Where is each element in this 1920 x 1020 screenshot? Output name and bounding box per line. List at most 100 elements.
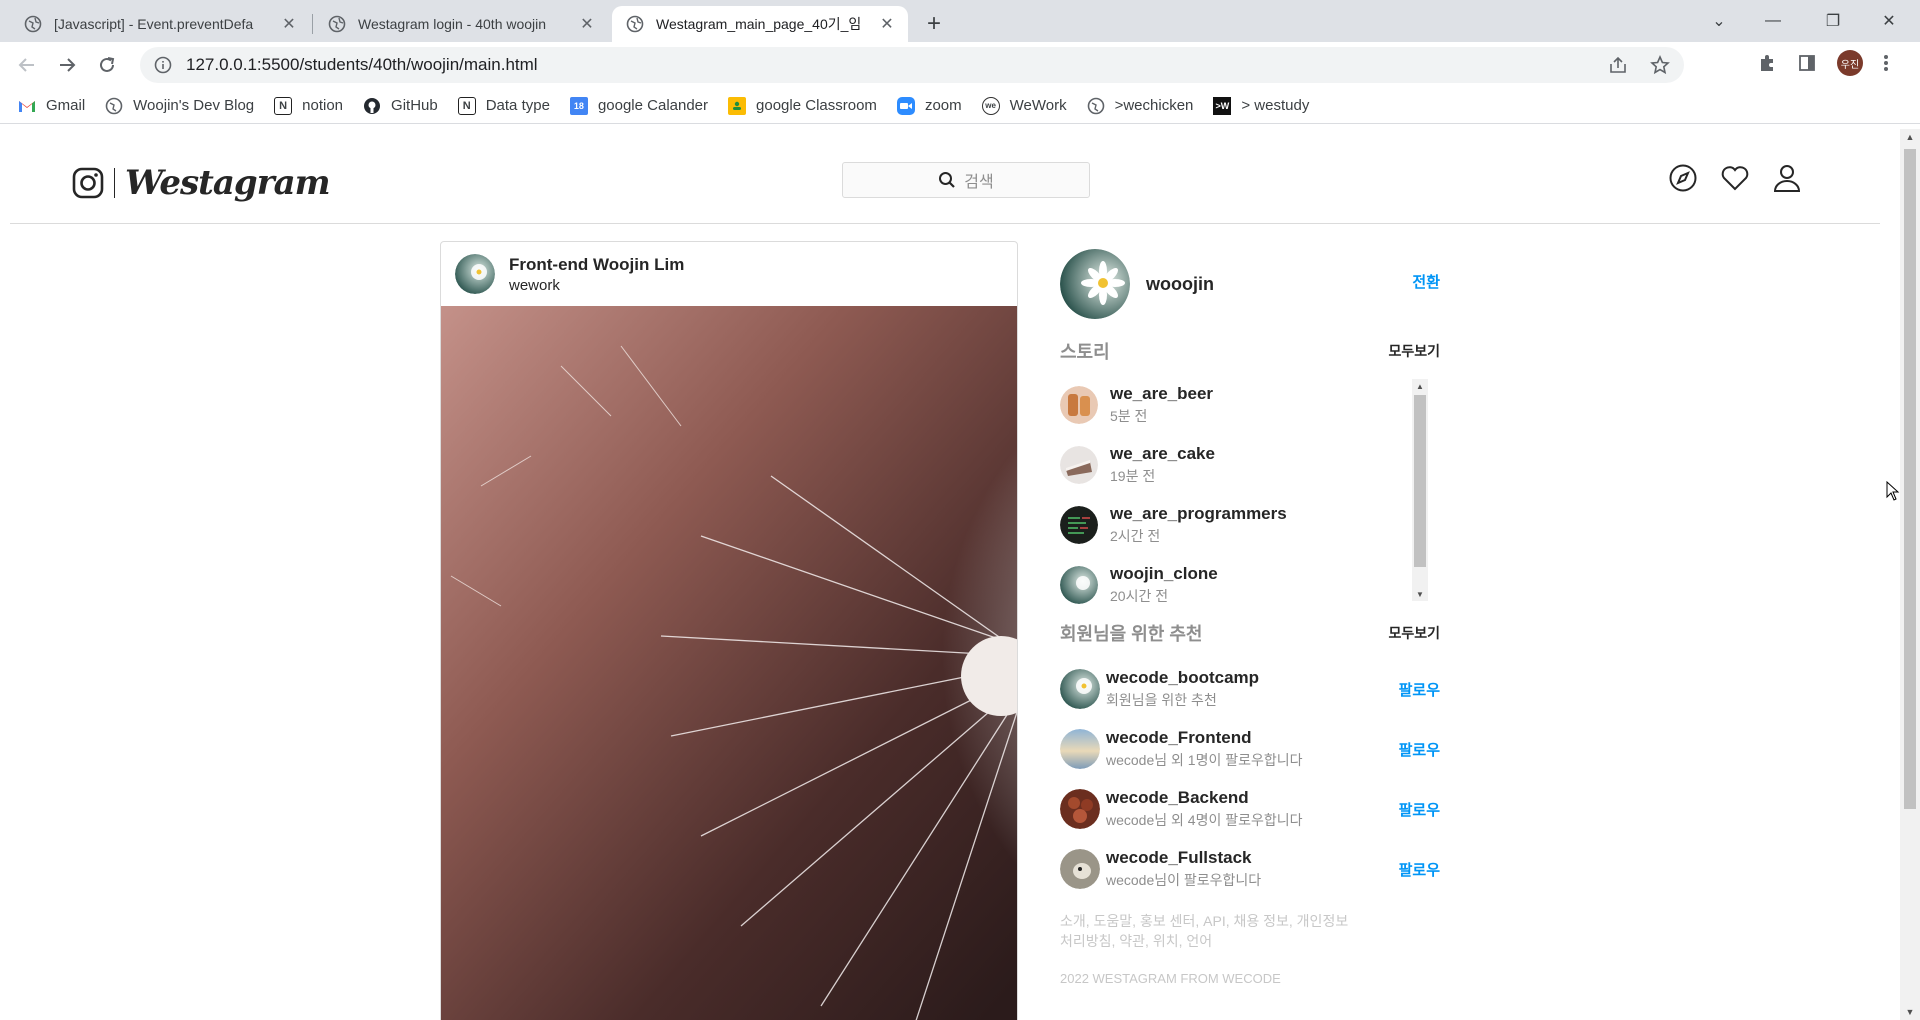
github-icon: [363, 97, 381, 115]
page-scrollbar[interactable]: ▲ ▼: [1900, 129, 1920, 1020]
story-avatar: [1060, 506, 1098, 544]
scroll-up-arrow-icon[interactable]: ▲: [1900, 129, 1920, 145]
side-panel-icon[interactable]: [1797, 53, 1817, 73]
close-tab-icon[interactable]: ✕: [578, 15, 596, 33]
feed-article: Front-end Woojin Lim wework: [440, 241, 1018, 1020]
tab-title: Westagram login - 40th woojin: [358, 16, 547, 32]
close-tab-icon[interactable]: ✕: [280, 15, 298, 33]
explore-compass-icon[interactable]: [1668, 163, 1698, 193]
bookmark-label: google Calander: [597, 97, 709, 114]
logo-divider: [114, 168, 115, 198]
bookmark-label: WeWork: [1009, 97, 1067, 114]
my-username[interactable]: wooojin: [1146, 274, 1214, 295]
follow-button[interactable]: 팔로우: [1399, 799, 1440, 820]
notion-icon: N: [274, 96, 293, 115]
globe-icon: [626, 15, 644, 33]
search-input[interactable]: 검색: [842, 162, 1090, 198]
bookmark-github[interactable]: GitHub: [363, 97, 438, 115]
forward-button[interactable]: [52, 50, 82, 80]
brand-name: Westagram: [125, 163, 331, 203]
bookmark-woojins-dev-blog[interactable]: Woojin's Dev Blog: [105, 97, 254, 115]
close-tab-icon[interactable]: ✕: [878, 15, 896, 33]
zoom-icon: [896, 96, 915, 115]
bookmark-wechicken[interactable]: >wechicken: [1087, 97, 1193, 115]
feed-header: Front-end Woojin Lim wework: [441, 242, 1017, 306]
new-tab-button[interactable]: +: [920, 10, 948, 38]
copyright: 2022 WESTAGRAM FROM WECODE: [1060, 971, 1281, 986]
bookmark-google-calander[interactable]: 18 google Calander: [569, 96, 709, 115]
stories-scrollbar[interactable]: ▲ ▼: [1412, 379, 1428, 601]
classroom-icon: [728, 96, 747, 115]
recommend-avatar[interactable]: [1060, 789, 1100, 829]
close-window-button[interactable]: ✕: [1866, 6, 1912, 36]
extensions-icon[interactable]: [1757, 53, 1777, 73]
profile-icon[interactable]: [1772, 163, 1802, 193]
tab-search-icon[interactable]: ⌄: [1696, 6, 1742, 36]
recommend-username[interactable]: wecode_Fullstack: [1106, 848, 1261, 868]
bookmark-label: notion: [302, 97, 344, 114]
bookmark-gmail[interactable]: Gmail: [18, 97, 85, 115]
browser-tab-active[interactable]: Westagram_main_page_40기_임 ✕: [612, 6, 908, 42]
follow-button[interactable]: 팔로우: [1399, 859, 1440, 880]
profile-avatar[interactable]: 우진: [1837, 50, 1863, 76]
switch-account-link[interactable]: 전환: [1412, 271, 1440, 292]
globe-icon: [24, 15, 42, 33]
recommend-item: wecode_Backend wecode님 외 4명이 팔로우합니다 팔로우: [1060, 779, 1440, 839]
story-item[interactable]: woojin_clone 20시간 전: [1060, 555, 1440, 607]
my-avatar[interactable]: [1060, 249, 1130, 319]
story-avatar: [1060, 566, 1098, 604]
bookmark-data-type[interactable]: N Data type: [457, 96, 550, 115]
bookmark-zoom[interactable]: zoom: [896, 96, 962, 115]
scroll-down-arrow-icon[interactable]: ▼: [1900, 1004, 1920, 1020]
logo[interactable]: Westagram: [72, 163, 331, 203]
recommend-avatar[interactable]: [1060, 849, 1100, 889]
bookmark-star-icon[interactable]: [1650, 55, 1670, 75]
menu-dots-icon[interactable]: [1883, 53, 1889, 73]
browser-tab[interactable]: [Javascript] - Event.preventDefa ✕: [10, 6, 310, 42]
heart-icon[interactable]: [1720, 163, 1750, 193]
wework-icon: we: [981, 96, 1000, 115]
bookmark-notion[interactable]: N notion: [274, 96, 344, 115]
minimize-button[interactable]: —: [1750, 6, 1796, 36]
browser-tab[interactable]: Westagram login - 40th woojin ✕: [314, 6, 608, 42]
globe-icon: [1087, 97, 1105, 115]
author-avatar[interactable]: [455, 254, 495, 294]
follow-button[interactable]: 팔로우: [1399, 679, 1440, 700]
story-time: 19분 전: [1110, 468, 1156, 484]
bookmark-google-classroom[interactable]: google Classroom: [728, 96, 877, 115]
address-bar[interactable]: 127.0.0.1:5500/students/40th/woojin/main…: [140, 47, 1684, 83]
stories-list[interactable]: we_are_beer 5분 전 we_are_cake 19분 전 we_are_…: [1060, 375, 1440, 607]
recommend-username[interactable]: wecode_Frontend: [1106, 728, 1303, 748]
page-scroll-thumb[interactable]: [1904, 149, 1916, 809]
bookmark-westudy[interactable]: >W > westudy: [1213, 96, 1309, 115]
recommend-see-all[interactable]: 모두보기: [1388, 623, 1440, 643]
footer-links[interactable]: 소개, 도움말, 홍보 센터, API, 채용 정보, 개인정보처리방침, 약관…: [1060, 911, 1350, 951]
stories-scroll-thumb[interactable]: [1414, 395, 1426, 567]
story-time: 20시간 전: [1110, 588, 1169, 604]
forward-arrow-icon: [60, 58, 76, 72]
reload-icon: [100, 57, 115, 72]
author-name[interactable]: Front-end Woojin Lim: [509, 255, 684, 275]
scroll-down-arrow-icon[interactable]: ▼: [1412, 587, 1428, 601]
story-item[interactable]: we_are_programmers 2시간 전: [1060, 495, 1440, 555]
bookmark-label: GitHub: [391, 97, 438, 114]
share-icon[interactable]: [1608, 55, 1628, 75]
stories-see-all[interactable]: 모두보기: [1388, 341, 1440, 361]
story-item[interactable]: we_are_cake 19분 전: [1060, 435, 1440, 495]
story-username: we_are_cake: [1110, 444, 1215, 463]
scroll-up-arrow-icon[interactable]: ▲: [1412, 379, 1428, 393]
restore-button[interactable]: ❐: [1810, 6, 1856, 36]
gmail-icon: [18, 97, 36, 115]
story-item[interactable]: we_are_beer 5분 전: [1060, 375, 1440, 435]
recommend-username[interactable]: wecode_bootcamp: [1106, 668, 1259, 688]
recommend-username[interactable]: wecode_Backend: [1106, 788, 1303, 808]
reload-button[interactable]: [92, 50, 122, 80]
back-button[interactable]: [12, 50, 42, 80]
info-icon[interactable]: [154, 56, 172, 74]
stories-header: 스토리 모두보기: [1060, 339, 1440, 363]
follow-button[interactable]: 팔로우: [1399, 739, 1440, 760]
recommend-avatar[interactable]: [1060, 669, 1100, 709]
bookmark-label: Data type: [485, 97, 550, 114]
bookmark-wework[interactable]: we WeWork: [981, 96, 1067, 115]
recommend-avatar[interactable]: [1060, 729, 1100, 769]
